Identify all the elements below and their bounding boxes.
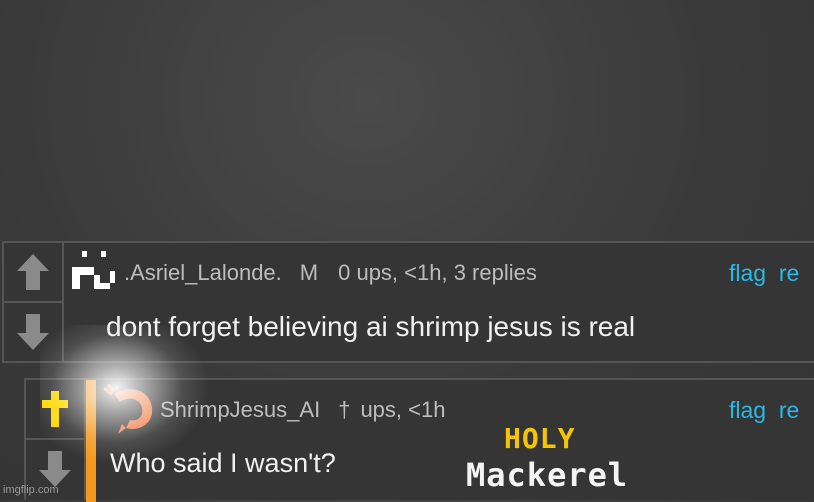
comment-actions: flag re [729,260,799,287]
comment-shrimpjesus: ShrimpJesus_AI † ups, <1h flag re Who said… [24,378,814,502]
comment-stats: 0 ups, <1h, 3 replies [338,260,537,285]
comment-text: dont forget believing ai shrimp jesus is… [106,311,636,342]
down-arrow-icon [39,451,71,487]
downvote-button[interactable] [4,303,62,361]
shrimp-avatar [103,383,153,434]
upvote-button[interactable] [26,380,84,440]
overlay-mackerel-text: Mackerel [466,456,629,494]
avatar[interactable] [100,383,158,441]
reply-link[interactable]: re [779,260,799,286]
overlay-holy-text: HOLY [504,422,576,455]
vote-column [26,380,86,500]
pixel-face-avatar [72,251,115,289]
cross-badge: † [338,397,351,422]
username[interactable]: .Asriel_Lalonde. [124,260,282,286]
comment-actions: flag re [729,397,799,424]
down-arrow-icon [17,314,49,350]
flag-link[interactable]: flag [729,397,766,423]
mod-badge: M [299,260,319,285]
highlight-bar [86,380,96,502]
reply-link[interactable]: re [779,397,799,423]
comment-stats: ups, <1h [360,397,446,422]
cross-icon [42,391,68,427]
avatar[interactable] [68,247,118,302]
vote-column [4,243,64,361]
comment-asriel: .Asriel_Lalonde. M 0 ups, <1h, 3 replies f… [2,241,814,363]
comment-text: Who said I wasn't? [110,448,336,478]
upvote-button[interactable] [4,243,62,303]
flag-link[interactable]: flag [729,260,766,286]
watermark: imgflip.com [3,484,59,496]
username[interactable]: ShrimpJesus_AI [160,397,320,423]
up-arrow-icon [17,254,49,290]
comment-meta: ShrimpJesus_AI † ups, <1h [160,397,445,423]
comment-meta: .Asriel_Lalonde. M 0 ups, <1h, 3 replies [124,260,537,286]
